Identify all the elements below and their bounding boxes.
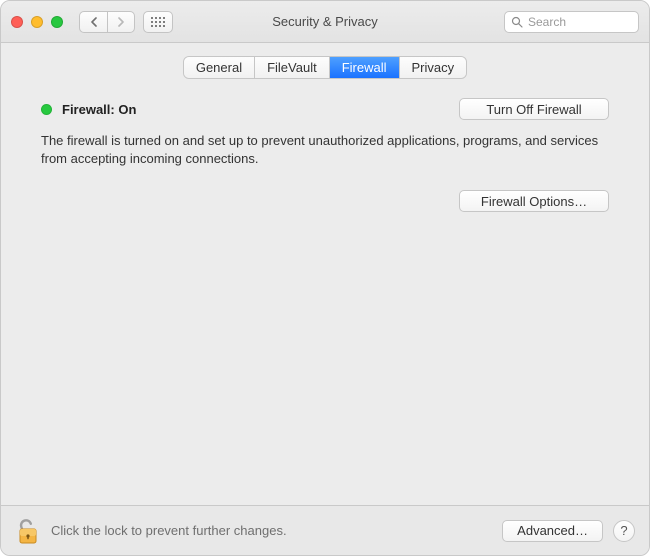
nav-buttons bbox=[79, 11, 135, 33]
tab-filevault[interactable]: FileVault bbox=[255, 57, 330, 78]
close-window-button[interactable] bbox=[11, 16, 23, 28]
minimize-window-button[interactable] bbox=[31, 16, 43, 28]
search-field-wrap[interactable] bbox=[504, 11, 639, 33]
lock-hint-text: Click the lock to prevent further change… bbox=[51, 523, 492, 538]
segmented-control: General FileVault Firewall Privacy bbox=[184, 57, 466, 78]
zoom-window-button[interactable] bbox=[51, 16, 63, 28]
firewall-status-label: Firewall: On bbox=[62, 102, 136, 117]
tab-bar: General FileVault Firewall Privacy bbox=[19, 57, 631, 78]
preferences-window: Security & Privacy General FileVault Fir… bbox=[0, 0, 650, 556]
tab-privacy[interactable]: Privacy bbox=[400, 57, 467, 78]
turn-off-firewall-button[interactable]: Turn Off Firewall bbox=[459, 98, 609, 120]
advanced-button[interactable]: Advanced… bbox=[502, 520, 603, 542]
lock-button[interactable] bbox=[15, 516, 41, 546]
unlocked-padlock-icon bbox=[17, 517, 39, 545]
firewall-description: The firewall is turned on and set up to … bbox=[41, 132, 609, 168]
firewall-status: Firewall: On bbox=[41, 102, 136, 117]
tab-general[interactable]: General bbox=[184, 57, 255, 78]
firewall-options-row: Firewall Options… bbox=[41, 190, 609, 212]
firewall-options-button[interactable]: Firewall Options… bbox=[459, 190, 609, 212]
footer-right: Advanced… ? bbox=[502, 520, 635, 542]
show-all-button[interactable] bbox=[143, 11, 173, 33]
chevron-left-icon bbox=[90, 17, 97, 27]
help-button[interactable]: ? bbox=[613, 520, 635, 542]
search-icon bbox=[511, 16, 523, 28]
firewall-status-row: Firewall: On Turn Off Firewall bbox=[41, 98, 609, 120]
grid-icon bbox=[151, 17, 165, 27]
firewall-panel: Firewall: On Turn Off Firewall The firew… bbox=[19, 98, 631, 495]
titlebar: Security & Privacy bbox=[1, 1, 649, 43]
footer-bar: Click the lock to prevent further change… bbox=[1, 505, 649, 555]
content-area: General FileVault Firewall Privacy Firew… bbox=[1, 43, 649, 505]
window-controls bbox=[11, 16, 63, 28]
back-button[interactable] bbox=[79, 11, 107, 33]
search-input[interactable] bbox=[528, 15, 632, 29]
tab-firewall[interactable]: Firewall bbox=[330, 57, 400, 78]
status-indicator-icon bbox=[41, 104, 52, 115]
help-icon: ? bbox=[620, 523, 627, 538]
forward-button[interactable] bbox=[107, 11, 135, 33]
chevron-right-icon bbox=[118, 17, 125, 27]
